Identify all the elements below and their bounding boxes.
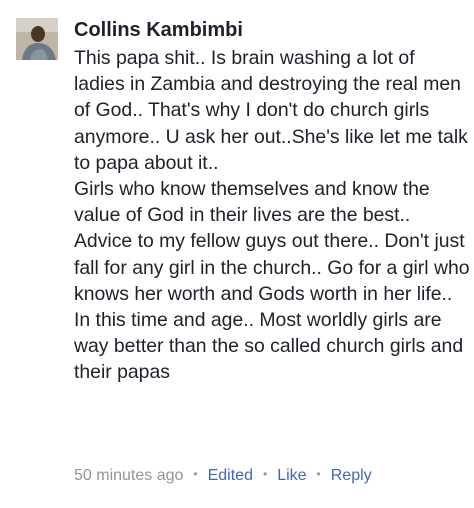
user-photo-icon bbox=[16, 18, 58, 60]
comment-paragraph: This papa shit.. Is brain washing a lot … bbox=[74, 47, 468, 174]
comment-paragraph: Girls who know themselves and know the v… bbox=[74, 178, 470, 384]
comment: Collins Kambimbi This papa shit.. Is bra… bbox=[0, 0, 474, 508]
separator-dot: • bbox=[262, 467, 268, 481]
avatar[interactable] bbox=[16, 18, 58, 60]
comment-actions: 50 minutes ago • Edited • Like • Reply bbox=[74, 465, 372, 487]
like-button[interactable]: Like bbox=[277, 467, 306, 484]
timestamp[interactable]: 50 minutes ago bbox=[74, 467, 183, 484]
reply-button[interactable]: Reply bbox=[331, 467, 372, 484]
comment-content: Collins Kambimbi This papa shit.. Is bra… bbox=[74, 18, 470, 386]
edited-link[interactable]: Edited bbox=[208, 467, 253, 484]
comment-body: This papa shit.. Is brain washing a lot … bbox=[74, 45, 470, 386]
separator-dot: • bbox=[316, 467, 321, 481]
separator-dot: • bbox=[193, 467, 198, 481]
author-name[interactable]: Collins Kambimbi bbox=[74, 18, 470, 42]
